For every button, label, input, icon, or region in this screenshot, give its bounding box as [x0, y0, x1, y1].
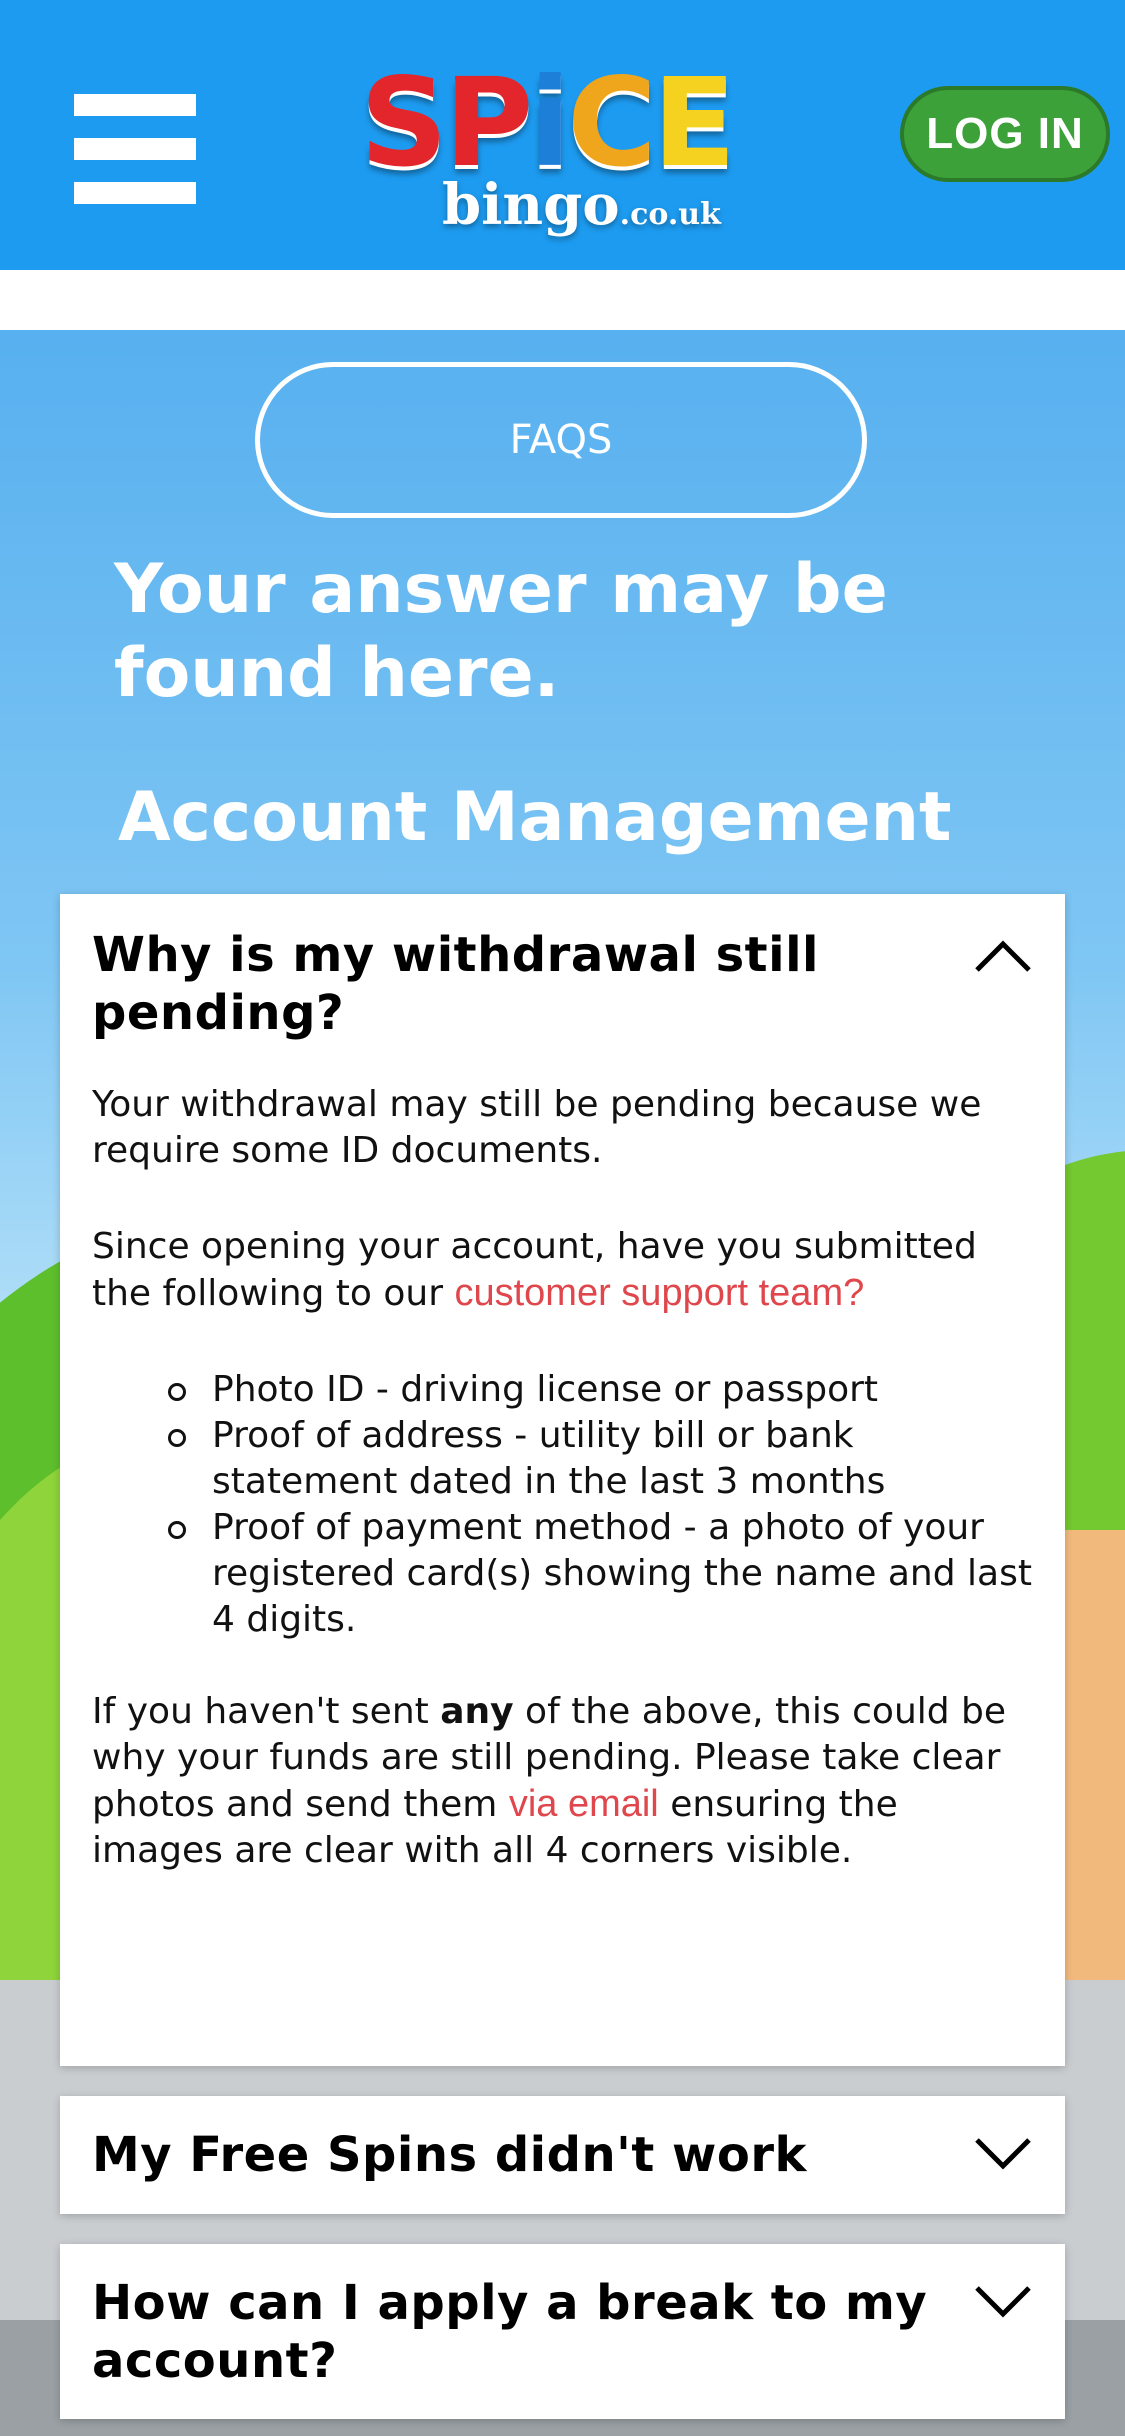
list-item: Proof of address - utility bill or bank … — [168, 1413, 1033, 1505]
hamburger-menu-icon[interactable] — [74, 94, 196, 204]
faq-question[interactable]: How can I apply a break to my account? — [92, 2274, 952, 2390]
faq-card-free-spins[interactable]: My Free Spins didn't work — [60, 2096, 1065, 2214]
answer-paragraph-2: Since opening your account, have you sub… — [92, 1226, 977, 1314]
answer-paragraph-3: If you haven't sent any of the above, th… — [92, 1691, 1007, 1871]
faq-card-apply-break[interactable]: How can I apply a break to my account? — [60, 2244, 1065, 2419]
faq-question[interactable]: Why is my withdrawal still pending? — [92, 926, 952, 1042]
chevron-up-icon[interactable] — [973, 938, 1031, 984]
faq-answer: Your withdrawal may still be pending bec… — [92, 1082, 1033, 1874]
header-divider — [0, 270, 1125, 330]
login-button[interactable]: LOG IN — [900, 86, 1110, 182]
list-item: Proof of payment method - a photo of you… — [168, 1505, 1033, 1643]
document-list: Photo ID - driving license or passport P… — [92, 1367, 1033, 1643]
faq-card-withdrawal-pending: Why is my withdrawal still pending? Your… — [60, 894, 1065, 2066]
chevron-down-icon[interactable] — [973, 2284, 1031, 2330]
logo-subtitle: bingo.co.uk — [442, 172, 721, 238]
page-headline: Your answer may be found here. — [114, 550, 888, 713]
faqs-button[interactable]: FAQS — [255, 362, 867, 518]
section-title: Account Management — [118, 778, 952, 857]
chevron-down-icon[interactable] — [973, 2136, 1031, 2182]
spice-bingo-logo[interactable]: SPiCE bingo.co.uk — [360, 62, 770, 242]
faq-question[interactable]: My Free Spins didn't work — [92, 2126, 952, 2184]
answer-paragraph-1: Your withdrawal may still be pending bec… — [92, 1084, 982, 1171]
logo-wordmark: SPiCE — [360, 52, 736, 194]
email-link[interactable]: via email — [509, 1783, 659, 1825]
top-header: SPiCE bingo.co.uk LOG IN — [0, 0, 1125, 270]
customer-support-link[interactable]: customer support team? — [454, 1272, 864, 1314]
list-item: Photo ID - driving license or passport — [168, 1367, 1033, 1413]
